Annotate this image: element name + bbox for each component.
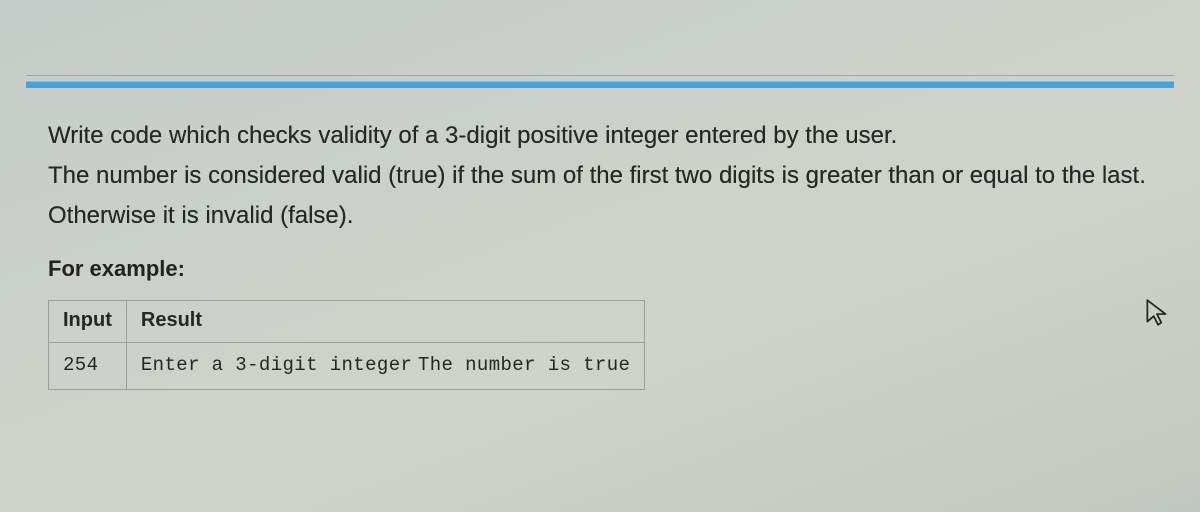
header-input: Input [49,301,127,343]
cell-result: Enter a 3-digit integer The number is tr… [126,343,644,390]
accent-bar [26,81,1174,88]
table-header-row: Input Result [49,301,645,343]
header-result: Result [126,301,644,343]
problem-line-1: Write code which checks validity of a 3-… [48,118,1152,154]
example-table: Input Result 254 Enter a 3-digit integer… [48,300,645,390]
result-line-2: The number is true [418,354,630,376]
problem-line-3: Otherwise it is invalid (false). [48,198,1152,234]
problem-line-2: The number is considered valid (true) if… [48,158,1152,194]
cell-input: 254 [49,343,127,390]
table-row: 254 Enter a 3-digit integer The number i… [49,343,645,390]
example-label: For example: [48,256,1152,282]
question-content: Write code which checks validity of a 3-… [48,118,1152,390]
result-line-1: Enter a 3-digit integer [141,354,412,376]
